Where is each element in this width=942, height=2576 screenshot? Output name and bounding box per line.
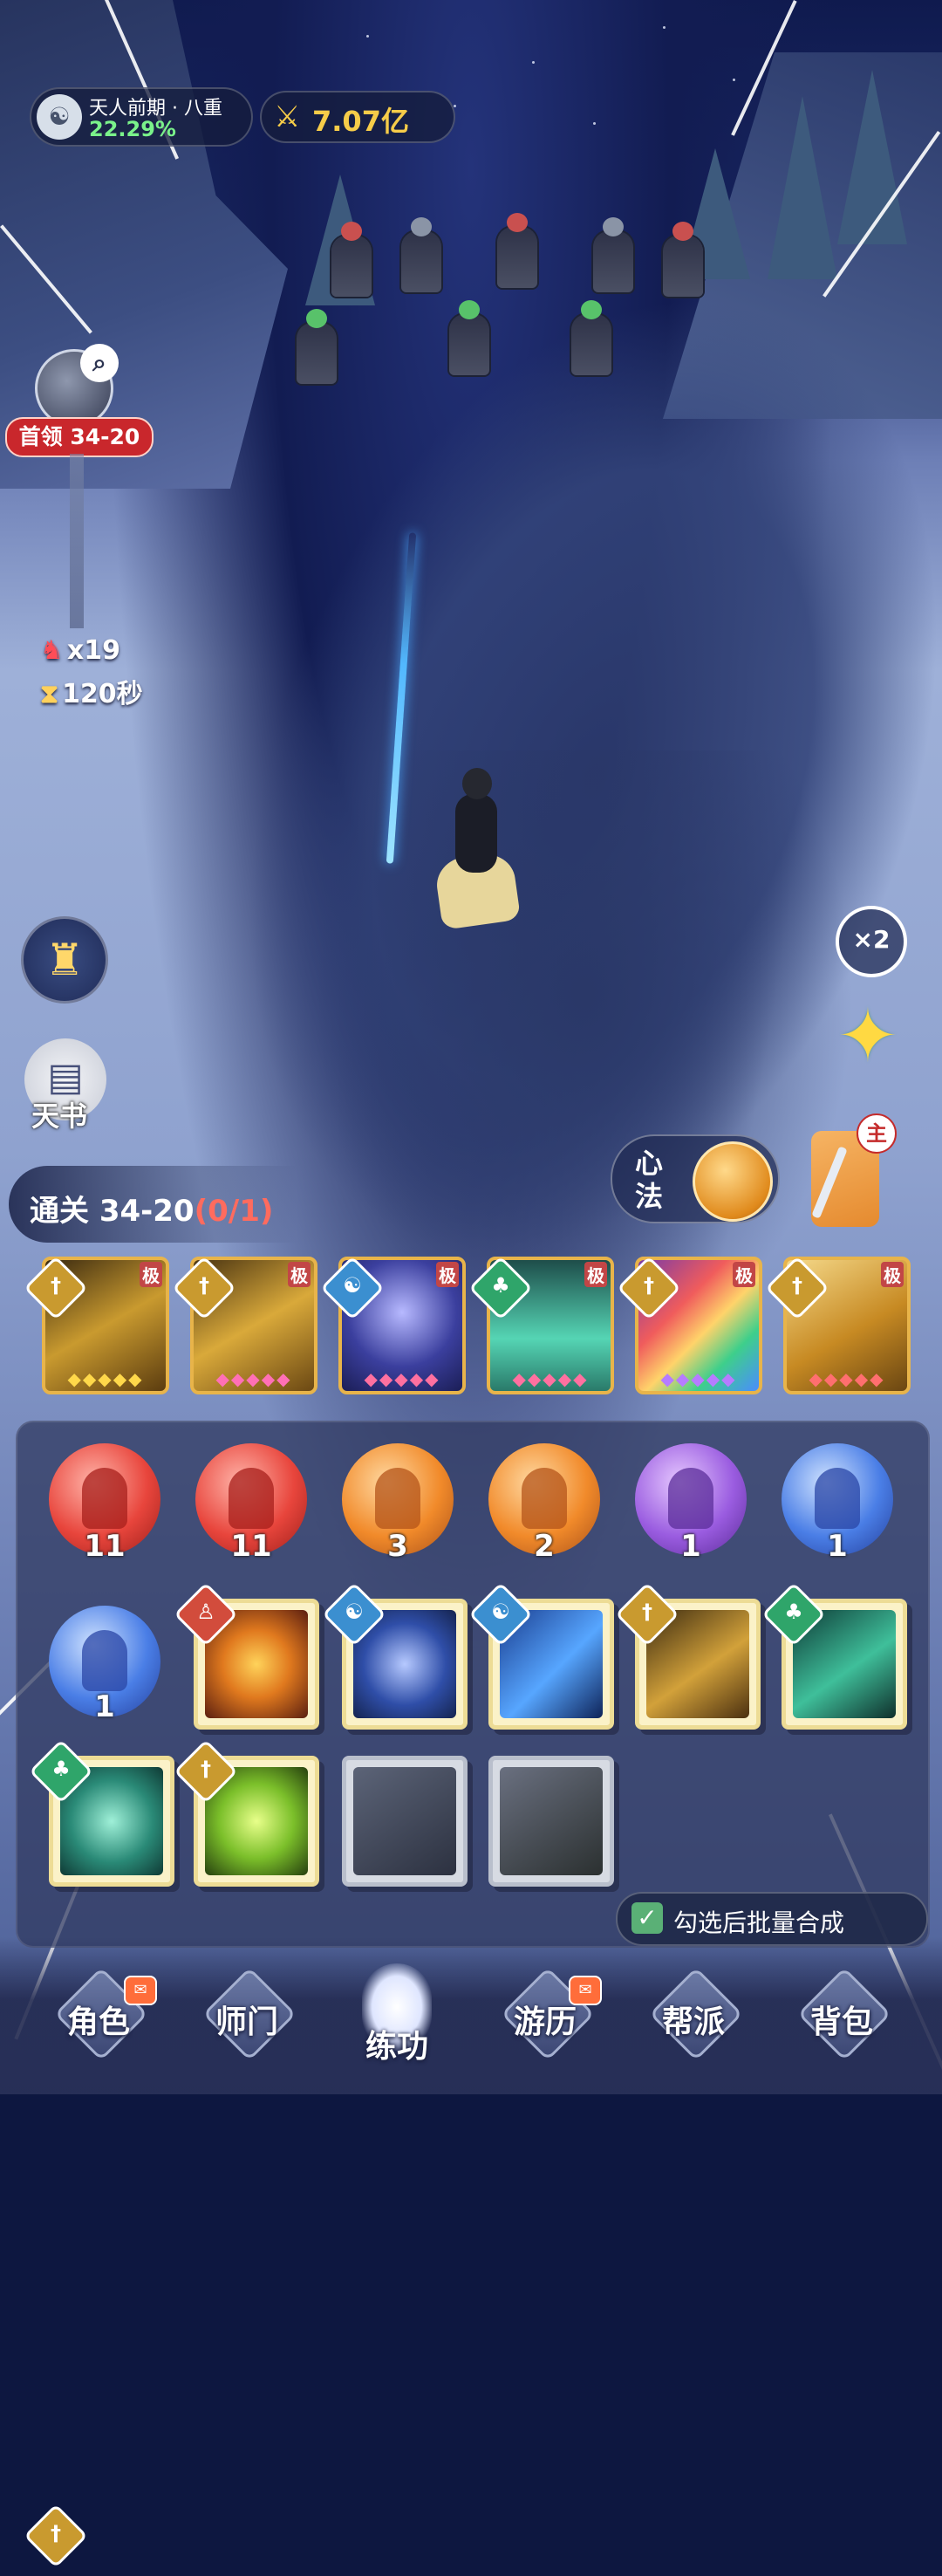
nav-backpack[interactable]: 背包 [768, 1967, 916, 2086]
nav-label: 练功 [365, 2029, 428, 2065]
enemy-soldier [593, 217, 633, 292]
nav-label: 背包 [809, 2004, 873, 2040]
orb-count: 11 [84, 1529, 126, 1564]
skill-tier-tag: 极 [288, 1262, 311, 1287]
skill-tier-tag: 极 [881, 1262, 904, 1287]
orb-count: 11 [230, 1529, 272, 1564]
star [593, 122, 596, 125]
skill-stars: ◆◆◆◆◆ [67, 1368, 144, 1389]
stage-clear-label: 通关 34-20 [30, 1194, 195, 1229]
search-icon[interactable]: ⌕ [80, 344, 119, 382]
enemy-soldier [571, 300, 611, 375]
demon-head-icon: ♞ [40, 635, 64, 666]
enemy-soldier [449, 300, 489, 375]
combat-power[interactable]: ⚔ 7.07亿 [260, 91, 455, 143]
star-emblem-icon[interactable]: ✦ [829, 997, 907, 1075]
orb-count: 1 [680, 1529, 701, 1564]
skill-card-locked[interactable] [488, 1756, 614, 1887]
combat-power-value: 7.07亿 [312, 105, 409, 138]
scroll-book-icon: ▤ [47, 1055, 84, 1100]
nav-guild[interactable]: 帮派 [619, 1967, 768, 2086]
orb-count: 3 [387, 1529, 408, 1564]
nav-sect[interactable]: 师门 [173, 1967, 321, 2086]
bottom-nav: 角色 ✉ 师门 练功 游历 ✉ 帮派 背包 [0, 1937, 942, 2094]
skill-stars: ◆◆◆◆◆ [215, 1368, 292, 1389]
pine-tree [768, 96, 837, 279]
nav-label: 师门 [215, 2004, 278, 2040]
enemy-soldier [401, 217, 441, 292]
enemy-count-value: x19 [66, 635, 121, 666]
enemy-soldier [297, 309, 337, 384]
hourglass-icon: ⧗ [40, 679, 59, 709]
battle-timer-value: 120秒 [62, 679, 143, 709]
realm-status[interactable]: ☯ 天人前期 · 八重 22.29% [30, 87, 253, 147]
skill-card-locked[interactable] [342, 1756, 468, 1887]
enemy-soldier [663, 222, 703, 297]
book-label: 天书 [31, 1100, 88, 1133]
star [454, 105, 456, 107]
sword-element-icon: † [24, 2504, 88, 2568]
mail-badge-icon: ✉ [569, 1976, 602, 2005]
skill-stars: ◆◆◆◆◆ [660, 1368, 737, 1389]
stage-clear-progress: (0/1) [194, 1194, 274, 1229]
main-badge: 主 [857, 1113, 897, 1154]
enemy-count: ♞ x19 [40, 635, 120, 666]
mail-badge-icon: ✉ [124, 1976, 157, 2005]
stage-clear-text: 通关 34-20(0/1) [30, 1187, 273, 1230]
orb-count: 2 [534, 1529, 555, 1564]
skill-stars: ◆◆◆◆◆ [809, 1368, 885, 1389]
xinfa-label: 心法 [635, 1147, 664, 1213]
player-character [429, 759, 522, 934]
pine-tree [837, 70, 907, 244]
crossed-swords-icon: ⚔ [274, 99, 301, 134]
realm-avatar-icon: ☯ [37, 94, 82, 140]
blade-icon [811, 1146, 848, 1219]
checkbox-icon[interactable]: ✓ [631, 1902, 663, 1934]
skill-tier-tag: 极 [140, 1262, 162, 1287]
xinfa-coin-icon [693, 1141, 773, 1222]
skill-stars: ◆◆◆◆◆ [512, 1368, 589, 1389]
skill-tier-tag: 极 [584, 1262, 607, 1287]
enemy-soldier [497, 213, 537, 288]
batch-merge-label: 勾选后批量合成 [673, 1908, 845, 1937]
realm-progress: 22.29% [89, 117, 176, 141]
star [663, 26, 666, 29]
nav-label: 帮派 [661, 2004, 725, 2040]
star [733, 79, 735, 81]
money-bag-icon: ♜ [44, 935, 85, 985]
nav-travel[interactable]: 游历 ✉ [471, 1967, 619, 2086]
wave-progress-track [70, 454, 84, 628]
speed-toggle-button[interactable]: ×2 [836, 906, 907, 977]
orb-count: 1 [94, 1689, 115, 1724]
stage-clear-bar: 通关 34-20(0/1) [9, 1166, 297, 1243]
star [532, 61, 535, 64]
skill-stars: ◆◆◆◆◆ [364, 1368, 440, 1389]
nav-role[interactable]: 角色 ✉ [24, 1967, 173, 2086]
skill-tier-tag: 极 [436, 1262, 459, 1287]
enemy-soldier [331, 222, 372, 297]
boss-stage-label: 首领 34-20 [5, 417, 154, 457]
orb-count: 1 [827, 1529, 848, 1564]
xinfa-button[interactable]: 心法 [611, 1134, 780, 1223]
treasure-bag-button[interactable]: ♜ [21, 916, 108, 1004]
star [366, 35, 369, 38]
battle-timer: ⧗ 120秒 [40, 672, 143, 710]
cliff-left [0, 0, 288, 489]
nav-training[interactable]: 练功 [323, 1963, 471, 2086]
skill-tier-tag: 极 [733, 1262, 755, 1287]
